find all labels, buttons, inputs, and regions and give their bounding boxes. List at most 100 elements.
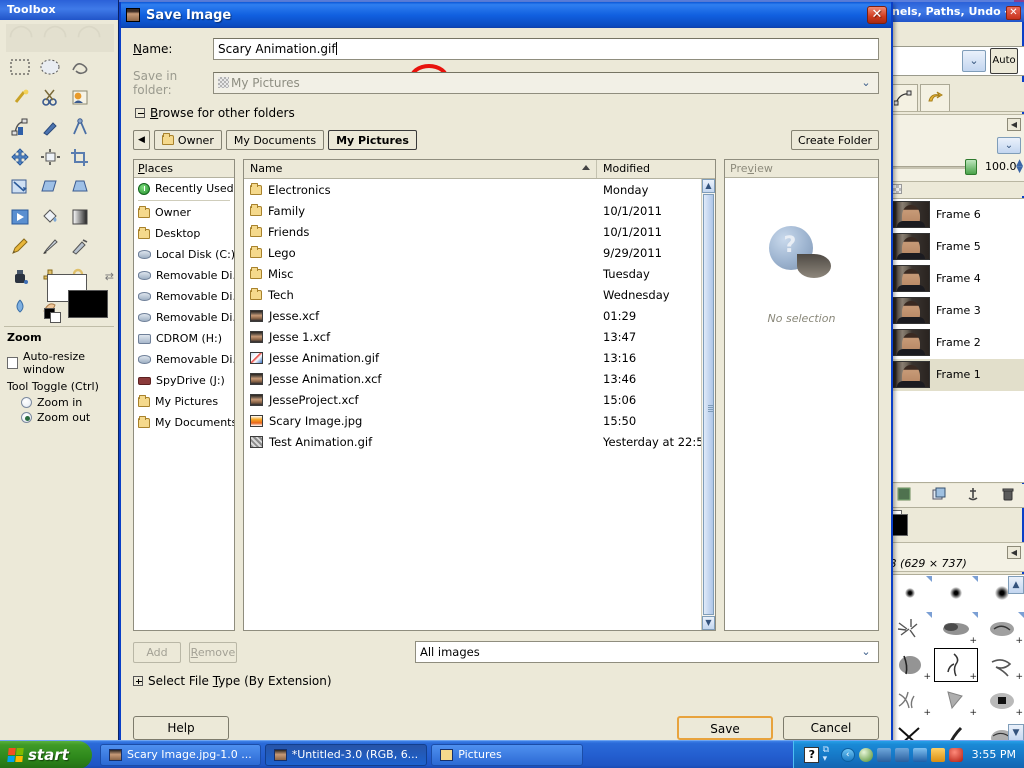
table-row[interactable]: Scary Image.jpg 15:50 — [244, 410, 715, 431]
place-removable-4[interactable]: Removable Di... — [134, 349, 234, 370]
brush-item[interactable]: + — [933, 683, 979, 719]
display-icon[interactable] — [912, 747, 927, 762]
brushes-collapse-icon[interactable]: ◀ — [1007, 546, 1021, 559]
help-button[interactable]: Help — [133, 716, 229, 740]
table-row[interactable]: Tech Wednesday — [244, 284, 715, 305]
opacity-slider-row[interactable]: 100.0 ▲ ▼ — [889, 159, 1024, 175]
place-removable-1[interactable]: Removable Di... — [134, 265, 234, 286]
brush-item[interactable]: + — [979, 647, 1024, 683]
taskbar-item-pictures[interactable]: Pictures — [431, 743, 584, 766]
blur-tool[interactable] — [5, 292, 35, 322]
scissors-select-tool[interactable] — [35, 82, 65, 112]
list-item[interactable]: Frame 3 — [887, 295, 1024, 327]
column-header-modified[interactable]: Modified — [597, 160, 715, 178]
move-tool[interactable] — [5, 142, 35, 172]
brush-item[interactable] — [933, 575, 979, 611]
default-colors-icon-2[interactable] — [50, 312, 61, 323]
expander-minus-icon[interactable] — [135, 108, 145, 118]
zoom-out-radio[interactable] — [21, 412, 32, 423]
clock[interactable]: 3:55 PM — [972, 748, 1016, 761]
brush-item[interactable]: + — [979, 683, 1024, 719]
expander-plus-icon[interactable] — [133, 676, 143, 686]
ellipse-select-tool[interactable] — [35, 52, 65, 82]
lock-alpha-checkbox[interactable] — [892, 184, 902, 194]
lock-alpha-row[interactable] — [886, 182, 1024, 196]
mode-chevron-down-icon[interactable]: ⌄ — [997, 137, 1021, 154]
filetype-filter-combo[interactable]: All images ⌄ — [415, 641, 879, 663]
place-desktop[interactable]: Desktop — [134, 223, 234, 244]
scroll-down-button[interactable]: ▼ — [702, 616, 715, 630]
background-color-swatch[interactable] — [68, 290, 108, 318]
duplicate-layer-icon[interactable] — [922, 487, 957, 505]
tab-undo-history[interactable] — [920, 84, 950, 111]
place-owner[interactable]: Owner — [134, 202, 234, 223]
taskbar-item-untitled[interactable]: *Untitled-3.0 (RGB, 6... — [264, 743, 428, 766]
brush-item[interactable] — [887, 575, 933, 611]
radio-zoom-in[interactable]: Zoom in — [21, 396, 119, 409]
shear-tool[interactable] — [35, 172, 65, 202]
file-list-scrollbar[interactable]: ▲ ▼ — [701, 179, 715, 630]
dock-close-button[interactable]: ✕ — [1006, 6, 1021, 20]
color-picker-tool[interactable] — [35, 112, 65, 142]
update-icon[interactable] — [930, 747, 945, 762]
rotate-tool[interactable] — [5, 172, 35, 202]
save-button[interactable]: Save — [677, 716, 773, 740]
list-item[interactable]: Frame 2 — [887, 327, 1024, 359]
network-disconnected-icon-2[interactable] — [894, 747, 909, 762]
gradient-tool[interactable] — [65, 202, 95, 232]
table-row[interactable]: Friends 10/1/2011 — [244, 221, 715, 242]
place-local-disk-c[interactable]: Local Disk (C:) — [134, 244, 234, 265]
list-item[interactable]: Frame 5 — [887, 231, 1024, 263]
brushes-scroll-up-button[interactable]: ▲ — [1008, 576, 1024, 594]
filename-input[interactable]: Scary Animation.gif — [213, 38, 879, 60]
place-removable-2[interactable]: Removable Di... — [134, 286, 234, 307]
scrollbar-thumb[interactable] — [703, 194, 714, 615]
brush-item[interactable]: + — [887, 647, 933, 683]
cancel-button[interactable]: Cancel — [783, 716, 879, 740]
network-disconnected-icon[interactable] — [876, 747, 891, 762]
radio-zoom-out[interactable]: Zoom out — [21, 411, 119, 424]
chevron-down-icon[interactable]: ⌄ — [855, 643, 877, 661]
place-recently-used[interactable]: Recently Used — [134, 178, 234, 199]
place-my-pictures[interactable]: My Pictures — [134, 391, 234, 412]
airbrush-tool[interactable] — [65, 232, 95, 262]
tray-expand-icon[interactable]: ‹ — [840, 747, 855, 762]
security-alert-icon[interactable] — [948, 747, 963, 762]
list-item[interactable]: Frame 4 — [887, 263, 1024, 295]
foreground-background-color[interactable]: ⇄ — [44, 270, 114, 323]
delete-layer-icon[interactable] — [991, 487, 1024, 505]
brush-item[interactable] — [887, 611, 933, 647]
opacity-track[interactable] — [889, 166, 965, 169]
brush-item[interactable]: + — [887, 683, 933, 719]
select-file-type-expander[interactable]: Select File Type (By Extension) — [133, 674, 879, 688]
table-row[interactable]: Family 10/1/2011 — [244, 200, 715, 221]
auto-resize-option[interactable]: Auto-resize window — [7, 350, 119, 376]
brush-item[interactable]: + — [979, 611, 1024, 647]
brushes-grid[interactable]: + + + + + + + + — [886, 574, 1024, 747]
auto-button[interactable]: Auto — [990, 48, 1018, 74]
breadcrumb-my-pictures[interactable]: My Pictures — [328, 130, 417, 150]
opacity-spinner-icon[interactable]: ▲ ▼ — [1016, 159, 1023, 175]
browse-for-other-folders-expander[interactable]: Browse for other folders — [135, 106, 879, 120]
table-row[interactable]: Test Animation.gif Yesterday at 22:56 — [244, 431, 715, 452]
breadcrumb-owner[interactable]: Owner — [153, 130, 222, 150]
zoom-in-radio[interactable] — [21, 397, 32, 408]
pencil-tool[interactable] — [5, 232, 35, 262]
show-desktop-icon[interactable]: ⧉ ▾ — [823, 745, 837, 764]
anchor-layer-icon[interactable] — [956, 487, 991, 505]
table-row[interactable]: Jesse 1.xcf 13:47 — [244, 326, 715, 347]
ink-tool[interactable] — [5, 262, 35, 292]
fuzzy-select-tool[interactable] — [5, 82, 35, 112]
crop-tool[interactable] — [65, 142, 95, 172]
table-row[interactable]: Electronics Monday — [244, 179, 715, 200]
opacity-thumb[interactable] — [965, 159, 977, 175]
perspective-tool[interactable] — [65, 172, 95, 202]
measure-tool[interactable] — [65, 112, 95, 142]
table-row[interactable]: JesseProject.xcf 15:06 — [244, 389, 715, 410]
notify-icon[interactable] — [803, 746, 819, 763]
collapse-icon[interactable]: ◀ — [1007, 118, 1021, 131]
add-button[interactable]: Add — [133, 641, 181, 663]
start-button[interactable]: start — [0, 740, 92, 768]
list-item-selected[interactable]: Frame 1 — [887, 359, 1024, 391]
swap-colors-icon[interactable]: ⇄ — [105, 270, 114, 283]
